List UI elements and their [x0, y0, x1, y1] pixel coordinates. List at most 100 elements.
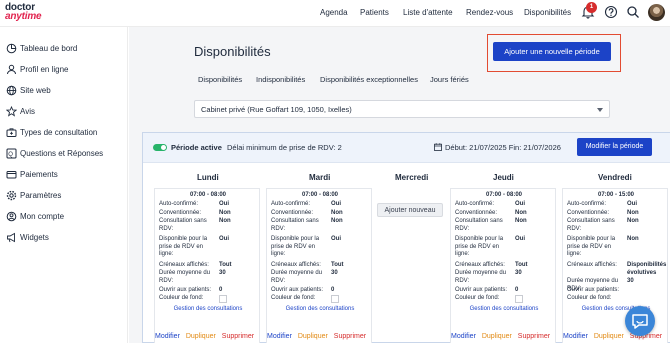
add-new-slot-button[interactable]: Ajouter nouveau: [377, 203, 443, 217]
label-online: Disponible pour la prise de RDV en ligne…: [567, 236, 616, 257]
tab-exceptional[interactable]: Disponibilités exceptionnelles: [320, 75, 418, 84]
label-creneaux: Créneaux affichés:: [159, 262, 209, 268]
tab-holidays[interactable]: Jours fériés: [430, 75, 469, 84]
label-conv: Conventionnée:: [159, 210, 202, 216]
time-slot-monday[interactable]: 07:00 - 08:00 Auto-confirmé: Oui Convent…: [154, 188, 260, 343]
logo-line2: anytime: [5, 11, 42, 22]
value-conv: Non: [515, 210, 527, 216]
sidebar-item-settings[interactable]: Paramètres: [0, 187, 128, 205]
sidebar-item-label: Site web: [20, 86, 51, 95]
value-noappt: Non: [515, 218, 527, 224]
help-icon[interactable]: [604, 5, 618, 19]
add-period-highlight: Ajouter une nouvelle période: [487, 34, 621, 72]
sidebar-item-label: Types de consultation: [20, 128, 98, 137]
chat-button[interactable]: [625, 306, 655, 336]
sidebar-item-website[interactable]: Site web: [0, 82, 128, 100]
modify-link[interactable]: Modifier: [155, 333, 180, 340]
sidebar-item-reviews[interactable]: Avis: [0, 103, 128, 121]
add-period-button[interactable]: Ajouter une nouvelle période: [493, 42, 611, 61]
color-swatch[interactable]: [219, 295, 227, 303]
page-title: Disponibilités: [194, 44, 271, 59]
sidebar: Tableau de bord Profil en ligne Site web…: [0, 27, 128, 343]
tab-unavailability[interactable]: Indisponibilités: [256, 75, 305, 84]
search-icon[interactable]: [626, 5, 640, 19]
nav-appointments[interactable]: Rendez-vous: [466, 8, 513, 17]
value-duree: 30: [627, 278, 634, 284]
duplicate-link[interactable]: Dupliquer: [594, 333, 624, 340]
label-auto: Auto-confirmé:: [567, 201, 607, 207]
nav-waitlist[interactable]: Liste d'attente: [403, 8, 453, 17]
gestion-link[interactable]: Gestion des consultations: [155, 306, 261, 312]
value-conv: Non: [331, 210, 343, 216]
label-duree: Durée moyenne du RDV:: [455, 270, 507, 284]
location-select[interactable]: Cabinet privé (Rue Goffart 109, 1050, Ix…: [194, 100, 610, 118]
value-ouvrir: 0: [331, 287, 335, 293]
value-duree: 30: [515, 270, 522, 276]
label-duree: Durée moyenne du RDV:: [271, 270, 323, 284]
star-icon: [6, 106, 17, 117]
user-avatar[interactable]: [648, 4, 665, 21]
value-ouvrir: 0: [219, 287, 223, 293]
label-creneaux: Créneaux affichés:: [455, 262, 505, 268]
sidebar-item-label: Paramètres: [20, 191, 62, 200]
nav-agenda[interactable]: Agenda: [320, 8, 348, 17]
delete-link[interactable]: Supprimer: [334, 333, 366, 340]
value-online: Oui: [219, 236, 229, 242]
duplicate-link[interactable]: Dupliquer: [482, 333, 512, 340]
label-online: Disponible pour la prise de RDV en ligne…: [455, 236, 504, 257]
gestion-link[interactable]: Gestion des consultations: [267, 306, 373, 312]
slot-time: 07:00 - 08:00: [301, 192, 339, 198]
nav-availability[interactable]: Disponibilités: [524, 8, 571, 17]
label-ouvrir: Ouvrir aux patients:: [567, 287, 620, 293]
delete-link[interactable]: Supprimer: [222, 333, 254, 340]
slot-actions-tuesday: Modifier Dupliquer Supprimer: [267, 333, 366, 340]
svg-text:Q: Q: [8, 152, 13, 158]
color-swatch[interactable]: [515, 295, 523, 303]
value-noappt: Non: [627, 218, 639, 224]
sidebar-item-profile[interactable]: Profil en ligne: [0, 61, 128, 79]
label-auto: Auto-confirmé:: [455, 201, 495, 207]
sidebar-item-dashboard[interactable]: Tableau de bord: [0, 40, 128, 58]
sidebar-item-widgets[interactable]: Widgets: [0, 229, 128, 247]
time-slot-tuesday[interactable]: 07:00 - 08:00 Auto-confirmé: Oui Convent…: [266, 188, 372, 343]
period-delay-text: Délai minimum de prise de RDV: 2: [227, 143, 342, 152]
chevron-down-icon: [597, 108, 603, 112]
location-select-value: Cabinet privé (Rue Goffart 109, 1050, Ix…: [201, 105, 352, 114]
value-creneaux: Disponibilités évolutives: [627, 262, 667, 276]
sidebar-item-consultation-types[interactable]: Types de consultation: [0, 124, 128, 142]
medical-bag-icon: [6, 128, 17, 137]
modify-period-button[interactable]: Modifier la période: [577, 138, 652, 156]
value-auto: Oui: [219, 201, 229, 207]
chat-icon: [632, 314, 648, 329]
nav-patients[interactable]: Patients: [360, 8, 389, 17]
time-slot-thursday[interactable]: 07:00 - 08:00 Auto-confirmé: Oui Convent…: [450, 188, 556, 343]
label-couleur: Couleur de fond:: [159, 295, 204, 301]
pie-chart-icon: [6, 43, 17, 54]
sidebar-item-qa[interactable]: Q Questions et Réponses: [0, 145, 128, 163]
value-creneaux: Tout: [331, 262, 344, 268]
period-active-toggle[interactable]: [153, 144, 167, 151]
day-title-wednesday: Mercredi: [395, 173, 429, 182]
duplicate-link[interactable]: Dupliquer: [186, 333, 216, 340]
modify-link[interactable]: Modifier: [267, 333, 292, 340]
label-auto: Auto-confirmé:: [159, 201, 199, 207]
doctor-anytime-logo[interactable]: doctor anytime: [5, 3, 42, 22]
value-auto: Oui: [515, 201, 525, 207]
label-couleur: Couleur de fond:: [271, 295, 316, 301]
tab-availability[interactable]: Disponibilités: [198, 75, 242, 84]
sidebar-item-account[interactable]: Mon compte: [0, 208, 128, 226]
label-ouvrir: Ouvrir aux patients:: [159, 287, 212, 293]
color-swatch[interactable]: [331, 295, 339, 303]
modify-link[interactable]: Modifier: [563, 333, 588, 340]
calendar-icon: [434, 143, 442, 151]
duplicate-link[interactable]: Dupliquer: [298, 333, 328, 340]
delete-link[interactable]: Supprimer: [518, 333, 550, 340]
card-icon: [6, 171, 17, 179]
label-ouvrir: Ouvrir aux patients:: [271, 287, 324, 293]
label-noappt: Consultation sans RDV:: [567, 218, 615, 232]
label-couleur: Couleur de fond:: [567, 295, 612, 301]
sidebar-item-label: Avis: [20, 107, 35, 116]
sidebar-item-payments[interactable]: Paiements: [0, 166, 128, 184]
gestion-link[interactable]: Gestion des consultations: [451, 306, 557, 312]
modify-link[interactable]: Modifier: [451, 333, 476, 340]
